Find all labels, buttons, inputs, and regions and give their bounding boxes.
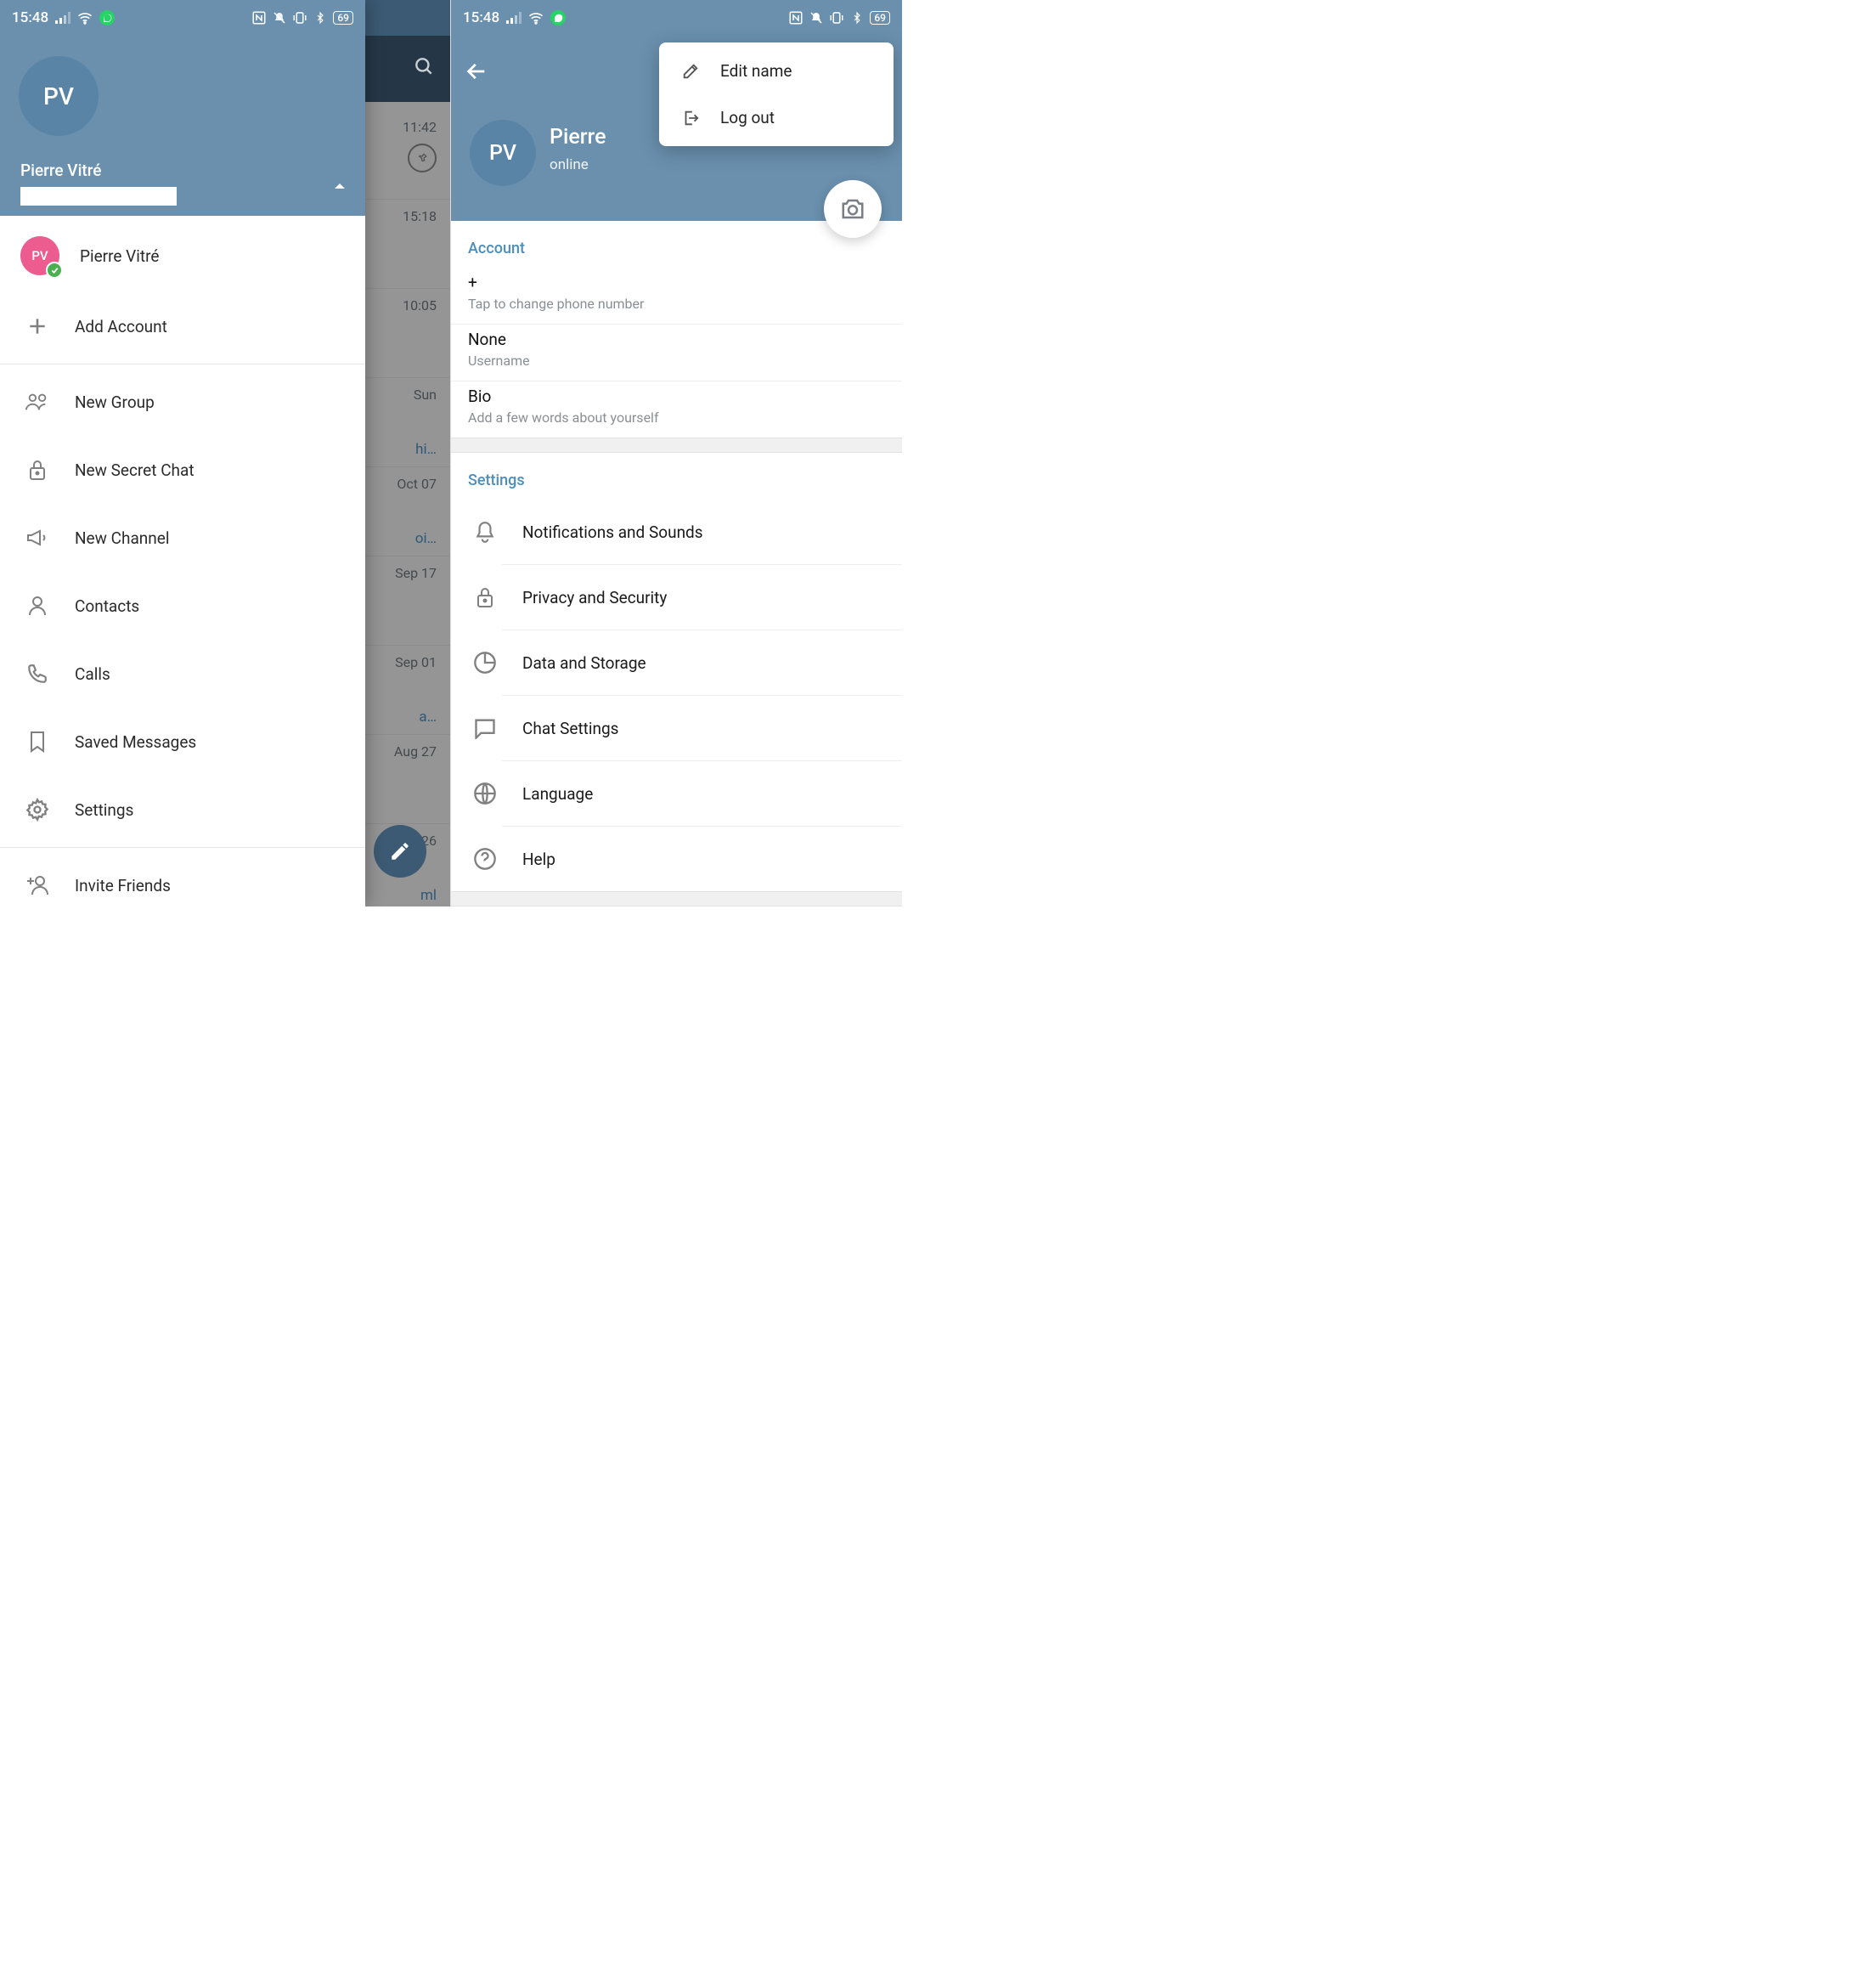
drawer-username: Pierre Vitré bbox=[20, 161, 101, 180]
bell-icon bbox=[468, 515, 502, 549]
account-avatar: PV bbox=[20, 236, 59, 275]
vibrate-icon bbox=[829, 10, 844, 25]
setting-language[interactable]: Language bbox=[451, 761, 902, 826]
globe-icon bbox=[468, 777, 502, 810]
setting-username[interactable]: None Username bbox=[451, 325, 902, 381]
menu-edit-name[interactable]: Edit name bbox=[659, 48, 894, 94]
account-item-current[interactable]: PV Pierre Vitré bbox=[0, 219, 365, 292]
account-name: Pierre Vitré bbox=[80, 246, 159, 266]
section-divider bbox=[451, 438, 902, 453]
set-photo-fab[interactable] bbox=[824, 180, 882, 238]
mute-icon bbox=[272, 10, 287, 25]
person-icon bbox=[20, 589, 54, 623]
section-divider bbox=[451, 891, 902, 906]
overflow-menu: Edit name Log out bbox=[659, 42, 894, 146]
add-account-item[interactable]: Add Account bbox=[0, 292, 365, 360]
setting-help[interactable]: Help bbox=[451, 827, 902, 891]
back-button[interactable] bbox=[465, 59, 488, 83]
help-icon bbox=[468, 842, 502, 876]
whatsapp-icon bbox=[99, 10, 115, 25]
menu-new-channel[interactable]: New Channel bbox=[0, 504, 365, 572]
person-add-icon bbox=[20, 868, 54, 902]
search-icon[interactable] bbox=[413, 55, 435, 77]
lock-icon bbox=[20, 453, 54, 487]
vibrate-icon bbox=[292, 10, 307, 25]
menu-saved-messages[interactable]: Saved Messages bbox=[0, 708, 365, 776]
nfc-icon bbox=[251, 10, 267, 25]
menu-contacts[interactable]: Contacts bbox=[0, 572, 365, 640]
setting-data-storage[interactable]: Data and Storage bbox=[451, 630, 902, 695]
clock: 15:48 bbox=[463, 9, 499, 26]
setting-phone[interactable]: + Tap to change phone number bbox=[451, 268, 902, 325]
profile-status: online bbox=[550, 156, 589, 173]
wifi-icon bbox=[528, 10, 544, 25]
gear-icon bbox=[20, 793, 54, 827]
bluetooth-icon bbox=[313, 10, 328, 25]
setting-privacy[interactable]: Privacy and Security bbox=[451, 565, 902, 630]
plus-icon bbox=[20, 309, 54, 343]
battery-indicator: 69 bbox=[333, 11, 353, 25]
group-icon bbox=[20, 385, 54, 419]
setting-chat[interactable]: Chat Settings bbox=[451, 696, 902, 760]
drawer-avatar[interactable]: PV bbox=[19, 56, 99, 136]
phone-number-masked bbox=[20, 187, 177, 206]
bluetooth-icon bbox=[849, 10, 865, 25]
check-icon bbox=[46, 262, 63, 279]
profile-avatar[interactable]: PV bbox=[470, 120, 536, 186]
whatsapp-icon bbox=[550, 10, 566, 25]
menu-log-out[interactable]: Log out bbox=[659, 94, 894, 141]
compose-fab[interactable] bbox=[374, 825, 426, 878]
pie-icon bbox=[468, 646, 502, 680]
menu-settings[interactable]: Settings bbox=[0, 776, 365, 844]
screen-drawer: 11:42 15:18 10:05 Sunhi… Oct 07oi… Sep 1… bbox=[0, 0, 451, 906]
chat-icon bbox=[468, 711, 502, 745]
setting-notifications[interactable]: Notifications and Sounds bbox=[451, 500, 902, 564]
screen-settings: 15:48 69 PV Pierre online bbox=[451, 0, 902, 906]
clock: 15:48 bbox=[12, 9, 48, 26]
megaphone-icon bbox=[20, 521, 54, 555]
accounts-toggle-icon[interactable] bbox=[333, 182, 347, 190]
nfc-icon bbox=[788, 10, 803, 25]
pencil-icon bbox=[679, 62, 702, 81]
menu-new-group[interactable]: New Group bbox=[0, 368, 365, 436]
signal-icon bbox=[506, 10, 522, 25]
setting-bio[interactable]: Bio Add a few words about yourself bbox=[451, 381, 902, 438]
logout-icon bbox=[679, 109, 702, 127]
phone-icon bbox=[20, 657, 54, 691]
lock-icon bbox=[468, 580, 502, 614]
menu-calls[interactable]: Calls bbox=[0, 640, 365, 708]
section-settings: Settings bbox=[451, 453, 902, 500]
mute-icon bbox=[809, 10, 824, 25]
battery-indicator: 69 bbox=[870, 11, 890, 25]
menu-new-secret-chat[interactable]: New Secret Chat bbox=[0, 436, 365, 504]
bookmark-icon bbox=[20, 725, 54, 759]
menu-invite-friends[interactable]: Invite Friends bbox=[0, 851, 365, 906]
signal-icon bbox=[55, 10, 70, 25]
wifi-icon bbox=[77, 10, 93, 25]
profile-name: Pierre bbox=[550, 125, 606, 150]
